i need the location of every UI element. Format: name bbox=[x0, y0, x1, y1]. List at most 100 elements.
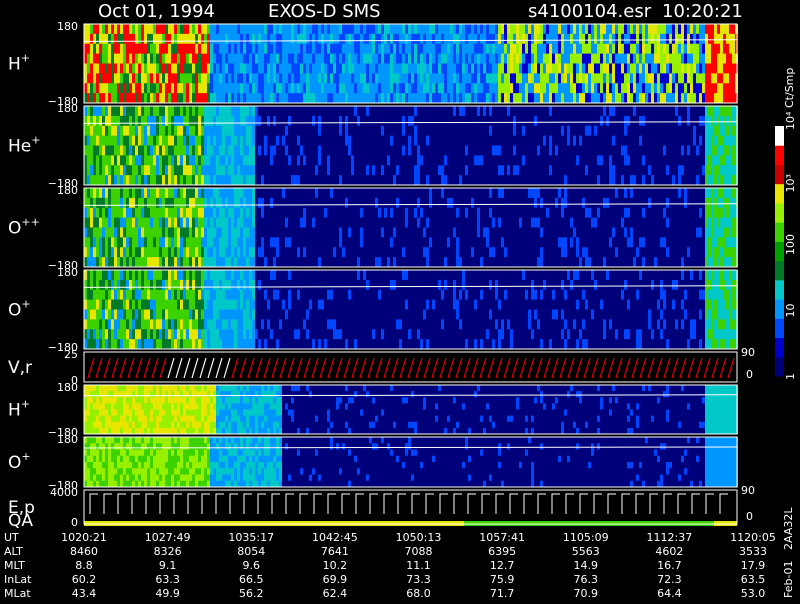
spectrogram-cell bbox=[297, 53, 300, 64]
spectrogram-cell bbox=[393, 155, 396, 166]
spectrogram-cell bbox=[567, 237, 570, 248]
spectrogram-cell bbox=[516, 53, 519, 64]
spectrogram-cell bbox=[372, 53, 375, 64]
spectrogram-cell bbox=[210, 145, 213, 156]
spectrogram-cell bbox=[588, 24, 591, 35]
spectrogram-cell bbox=[492, 73, 495, 84]
spectrogram-cell bbox=[675, 53, 678, 64]
spectrogram-cell bbox=[453, 115, 456, 127]
spectrogram-cell bbox=[603, 135, 606, 146]
spectrogram-cell bbox=[708, 175, 711, 186]
spectrogram-cell bbox=[642, 43, 645, 55]
spectrogram-cell bbox=[636, 125, 639, 137]
spectrogram-cell bbox=[186, 188, 189, 199]
spectrogram-cell bbox=[390, 217, 393, 228]
spectrogram-cell bbox=[198, 83, 201, 94]
spectrogram-cell bbox=[411, 83, 414, 94]
spectrogram-cell bbox=[129, 237, 132, 248]
spectrogram-cell bbox=[420, 207, 423, 219]
spectrogram-cell bbox=[342, 197, 345, 209]
spectrogram-cell bbox=[567, 257, 570, 268]
spectrogram-cell bbox=[312, 155, 315, 166]
spectrogram-cell bbox=[111, 217, 114, 228]
spectrogram-cell bbox=[546, 237, 549, 248]
spectrogram-cell bbox=[378, 43, 381, 55]
spectrogram-cell bbox=[120, 207, 123, 219]
spectrogram-cell bbox=[549, 93, 552, 104]
spectrogram-cell bbox=[429, 237, 432, 248]
spectrogram-cell bbox=[402, 165, 405, 176]
spectrogram-cell bbox=[537, 73, 540, 84]
spectrogram-cell bbox=[681, 145, 684, 156]
spectrogram-cell bbox=[528, 227, 531, 238]
spectrogram-cell bbox=[303, 247, 306, 258]
spectrogram-cell bbox=[150, 257, 153, 268]
spectrogram-cell bbox=[216, 227, 219, 238]
spectrogram-cell bbox=[489, 247, 492, 258]
spectrogram-cell bbox=[654, 165, 657, 176]
spectrogram-cell bbox=[624, 247, 627, 258]
spectrogram-cell bbox=[153, 145, 156, 156]
spectrogram-cell bbox=[366, 227, 369, 238]
spectrogram-cell bbox=[534, 175, 537, 186]
spectrogram-cell bbox=[198, 24, 201, 35]
spectrogram-cell bbox=[708, 155, 711, 166]
spectrogram-cell bbox=[138, 24, 141, 35]
spectrogram-cell bbox=[216, 43, 219, 55]
spectrogram-cell bbox=[429, 106, 432, 117]
spectrogram-cell bbox=[150, 106, 153, 117]
spectrogram-cell bbox=[645, 106, 648, 117]
spectrogram-cell bbox=[144, 53, 147, 64]
spectrogram-cell bbox=[648, 53, 651, 64]
spectrogram-cell bbox=[240, 93, 243, 104]
spectrogram-cell bbox=[345, 188, 348, 199]
spectrogram-cell bbox=[141, 24, 144, 35]
spectrogram-cell bbox=[111, 135, 114, 146]
spectrogram-cell bbox=[498, 24, 501, 35]
spectrogram-cell bbox=[417, 93, 420, 104]
spectrogram-cell bbox=[600, 33, 603, 45]
spectrogram-cell bbox=[360, 43, 363, 55]
spectrogram-cell bbox=[438, 125, 441, 137]
spectrogram-cell bbox=[510, 175, 513, 186]
spectrogram-cell bbox=[342, 247, 345, 258]
spectrogram-cell bbox=[147, 188, 150, 199]
spectrogram-cell bbox=[672, 106, 675, 117]
spectrogram-cell bbox=[255, 257, 258, 268]
spectrogram-cell bbox=[381, 83, 384, 94]
spectrogram-cell bbox=[396, 247, 399, 258]
spectrogram-cell bbox=[540, 24, 543, 35]
spectrogram-cell bbox=[519, 188, 522, 199]
spectrogram-cell bbox=[624, 43, 627, 55]
spectrogram-cell bbox=[495, 53, 498, 64]
spectrogram-cell bbox=[213, 106, 216, 117]
spectrogram-cell bbox=[543, 155, 546, 166]
spectrogram-cell bbox=[198, 188, 201, 199]
spectrogram-cell bbox=[327, 53, 330, 64]
spectrogram-cell bbox=[276, 257, 279, 268]
spectrogram-cell bbox=[234, 93, 237, 104]
spectrogram-cell bbox=[480, 197, 483, 209]
spectrogram-cell bbox=[378, 73, 381, 84]
spectrogram-cell bbox=[417, 257, 420, 268]
spectrogram-cell bbox=[675, 24, 678, 35]
spectrogram-cell bbox=[459, 53, 462, 64]
spectrogram-cell bbox=[555, 247, 558, 258]
spectrogram-cell bbox=[612, 217, 615, 228]
spectrogram-cell bbox=[87, 24, 90, 35]
spectrogram-cell bbox=[213, 257, 216, 268]
spectrogram-cell bbox=[507, 237, 510, 248]
spectrogram-cell bbox=[243, 165, 246, 176]
spectrogram-cell bbox=[258, 135, 261, 146]
spectrogram-cell bbox=[132, 145, 135, 156]
spectrogram-cell bbox=[639, 197, 642, 209]
spectrogram-cell bbox=[210, 227, 213, 238]
spectrogram-cell bbox=[486, 135, 489, 146]
spectrogram-cell bbox=[291, 135, 294, 146]
spectrogram-cell bbox=[147, 257, 150, 268]
spectrogram-cell bbox=[315, 83, 318, 94]
spectrogram-cell bbox=[168, 24, 171, 35]
spectrogram-cell bbox=[585, 217, 588, 228]
spectrogram-cell bbox=[132, 73, 135, 84]
spectrogram-cell bbox=[285, 43, 288, 55]
